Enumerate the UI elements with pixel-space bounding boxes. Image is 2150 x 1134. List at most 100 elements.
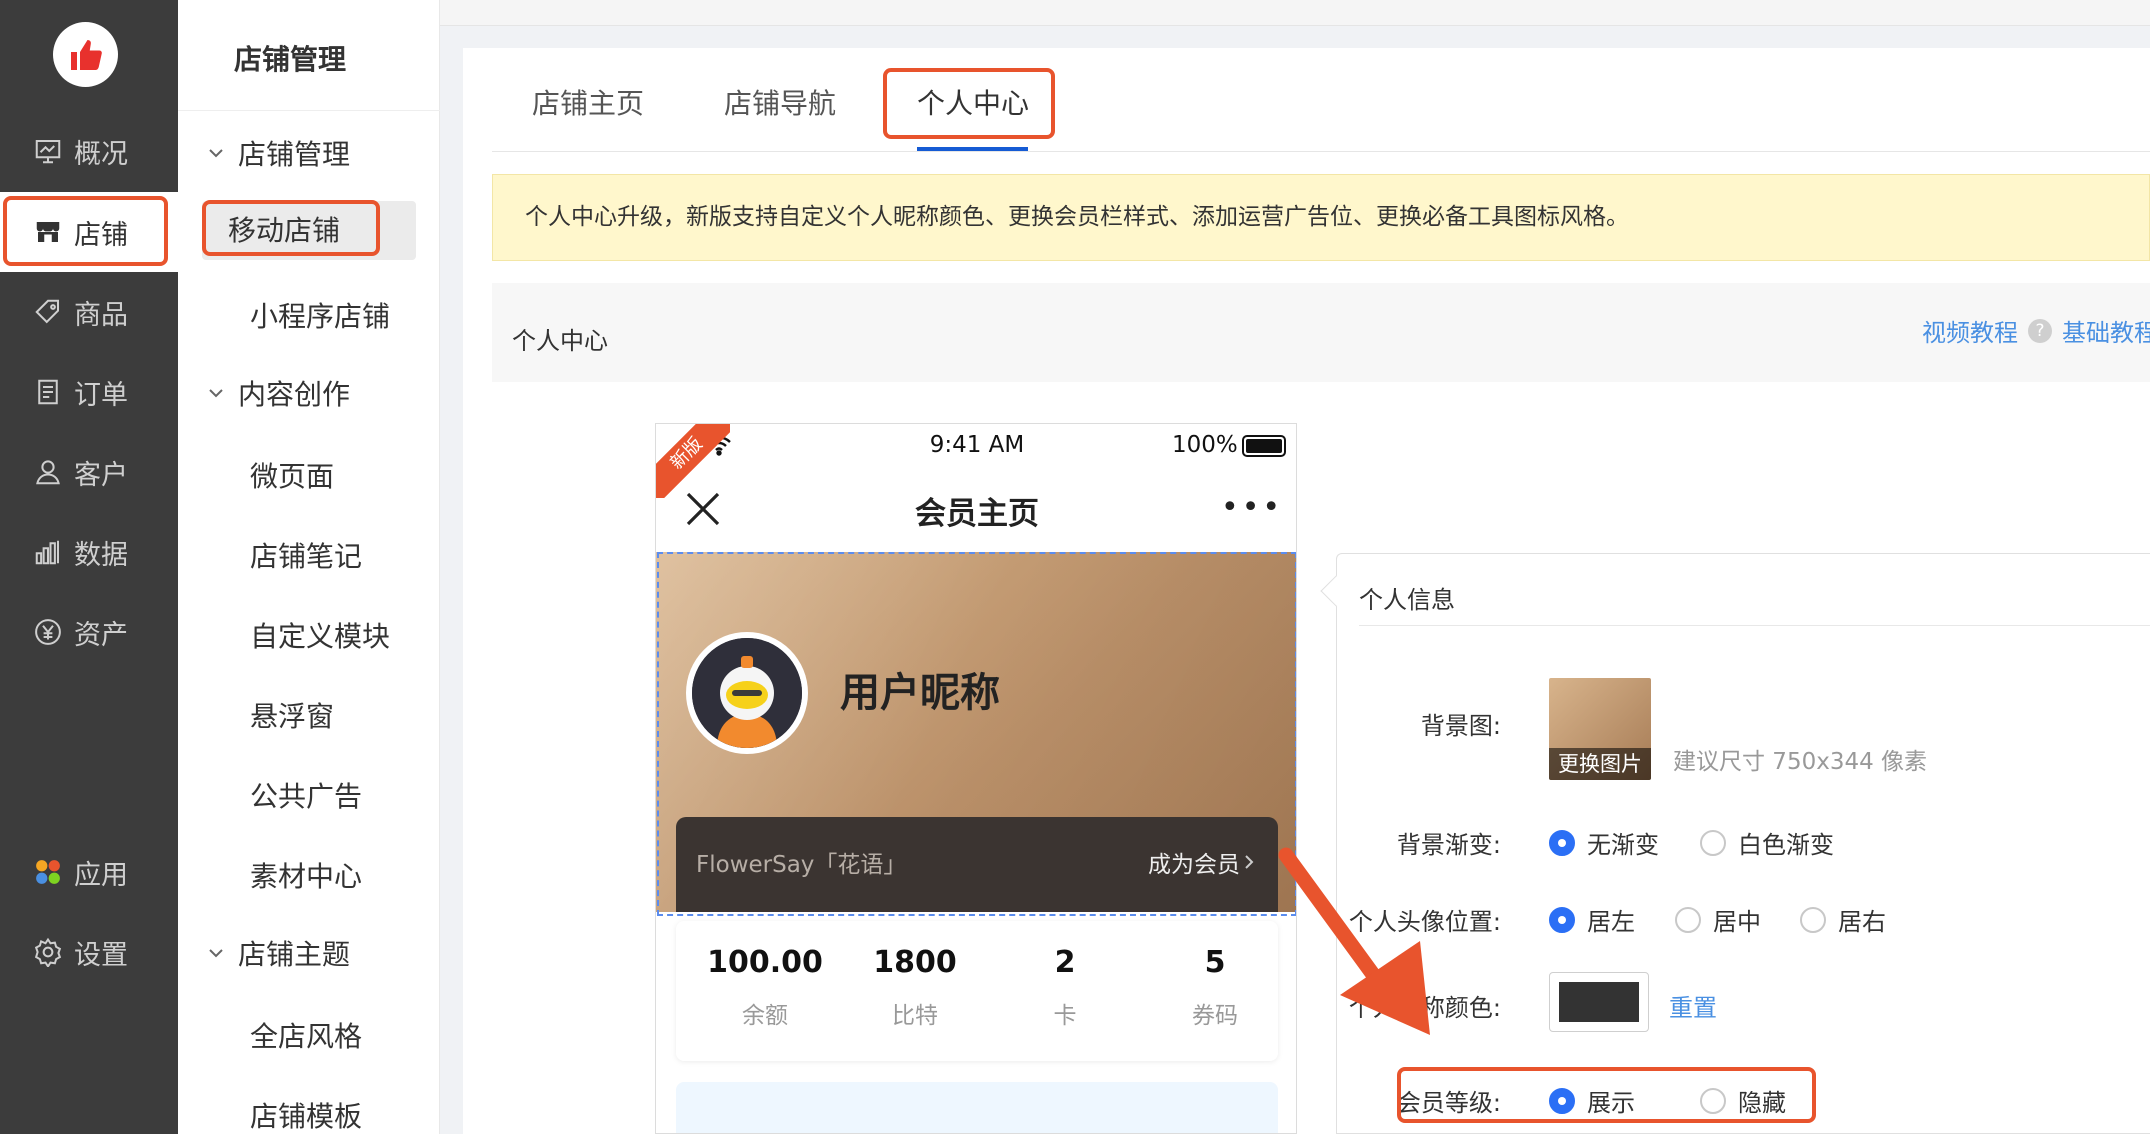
member-brand: FlowerSay「花语」: [696, 852, 907, 878]
nav-label: 客户: [74, 459, 128, 491]
tab-store-nav[interactable]: 店铺导航: [724, 82, 836, 122]
radio-label: 白色渐变: [1738, 831, 1834, 859]
subnav-item-store-template[interactable]: 店铺模板: [250, 1095, 362, 1134]
nav-orders[interactable]: 订单: [0, 352, 178, 432]
nav-label: 概况: [74, 138, 128, 170]
subnav-item-floating-window[interactable]: 悬浮窗: [250, 695, 334, 735]
thumbs-up-icon: [70, 39, 102, 70]
top-bar: [440, 0, 2150, 26]
stat-value: 1800: [873, 945, 957, 980]
nav-settings[interactable]: 设置: [0, 912, 178, 992]
stat-cards[interactable]: 2 卡: [990, 945, 1140, 1030]
subnav-item-material-center[interactable]: 素材中心: [250, 855, 362, 895]
bg-image-thumbnail[interactable]: 更换图片: [1549, 678, 1651, 780]
help-icon[interactable]: ?: [2028, 318, 2052, 343]
profile-hero[interactable]: 用户昵称 FlowerSay「花语」 成为会员: [656, 552, 1296, 912]
stat-value: 100.00: [707, 945, 823, 980]
nav-assets[interactable]: 资产: [0, 592, 178, 672]
avatar-position-label: 个人头像位置:: [1348, 908, 1501, 936]
radio-label: 隐藏: [1738, 1089, 1786, 1117]
chevron-right-icon: [1245, 855, 1254, 869]
nav-apps[interactable]: 应用: [0, 832, 178, 912]
radio-label: 居中: [1713, 908, 1761, 936]
subnav-group-theme[interactable]: 店铺主题: [206, 933, 350, 973]
gear-icon: [32, 936, 64, 968]
nav-label: 商品: [74, 299, 128, 331]
nav-products[interactable]: 商品: [0, 272, 178, 352]
chevron-down-icon: [209, 389, 223, 398]
phone-navbar: 会员主页 •••: [656, 468, 1296, 552]
user-icon: [32, 456, 64, 488]
stat-value: 5: [1204, 945, 1226, 980]
bg-label: 背景图:: [1420, 712, 1501, 740]
subnav-item-custom-module[interactable]: 自定义模块: [250, 615, 390, 655]
subnav-group-content[interactable]: 内容创作: [206, 373, 350, 413]
radio-no-gradient[interactable]: 无渐变: [1549, 825, 1659, 860]
nav-customers[interactable]: 客户: [0, 432, 178, 512]
account-stats: 100.00 余额 1800 比特 2 卡 5 券码: [676, 921, 1278, 1061]
stat-coupons[interactable]: 5 券码: [1140, 945, 1290, 1030]
panel-title: 个人信息: [1359, 586, 1455, 614]
gradient-label: 背景渐变:: [1396, 831, 1501, 859]
secondary-sidebar: 店铺管理 店铺管理 移动店铺 小程序店铺 内容创作 微页面 店铺笔记 自定义模块…: [178, 0, 440, 1134]
nav-overview[interactable]: 概况: [0, 111, 178, 191]
subnav-item-public-ads[interactable]: 公共广告: [250, 775, 362, 815]
nick-color-picker[interactable]: [1549, 972, 1649, 1032]
personal-info-panel: 个人信息 背景图: 更换图片 建议尺寸 750x344 像素 背景渐变: 无渐变…: [1320, 553, 2150, 1134]
overview-icon: [32, 135, 64, 167]
nav-label: 设置: [74, 939, 128, 971]
subnav-item-micropage[interactable]: 微页面: [250, 455, 334, 495]
subnav-group-store[interactable]: 店铺管理: [206, 133, 350, 173]
subnav-heading: 店铺管理: [234, 43, 347, 76]
stat-balance[interactable]: 100.00 余额: [690, 945, 840, 1030]
nav-store[interactable]: 店铺: [0, 192, 178, 272]
radio-avatar-left[interactable]: 居左: [1549, 902, 1635, 937]
nick-color-label: 个人昵称颜色:: [1348, 994, 1501, 1022]
ad-slot-placeholder: [676, 1082, 1278, 1133]
radio-avatar-center[interactable]: 居中: [1675, 902, 1761, 937]
basic-tutorial-link[interactable]: 基础教程: [2062, 313, 2150, 348]
become-member-label: 成为会员: [1148, 852, 1240, 878]
member-bar[interactable]: FlowerSay「花语」 成为会员: [676, 817, 1278, 912]
radio-dot: [1800, 906, 1826, 933]
tab-personal-center[interactable]: 个人中心: [917, 82, 1029, 122]
radio-level-hide[interactable]: 隐藏: [1700, 1083, 1786, 1118]
radio-label: 无渐变: [1587, 831, 1659, 859]
radio-white-gradient[interactable]: 白色渐变: [1700, 825, 1834, 860]
stat-value: 2: [1054, 945, 1076, 980]
radio-label: 居右: [1838, 908, 1886, 936]
radio-dot: [1700, 829, 1726, 856]
yuan-icon: [32, 616, 64, 648]
nav-label: 数据: [74, 539, 128, 571]
more-icon[interactable]: •••: [1221, 493, 1283, 523]
phone-preview: 9:41 AM 100% 新版 会员主页 ••• 用户昵称 FlowerSay「…: [655, 423, 1297, 1134]
become-member-link[interactable]: 成为会员: [1148, 845, 1258, 879]
radio-dot: [1549, 906, 1575, 933]
app-logo[interactable]: [53, 22, 118, 87]
tab-store-home[interactable]: 店铺主页: [532, 82, 644, 122]
subnav-item-miniprogram-store[interactable]: 小程序店铺: [250, 295, 390, 335]
subnav-item-store-notes[interactable]: 店铺笔记: [250, 535, 362, 575]
section-header: 个人中心 视频教程 ? 基础教程: [492, 283, 2150, 382]
row-member-level: 会员等级: 展示 隐藏: [1337, 1079, 2150, 1119]
subnav-item-mobile-store[interactable]: 移动店铺: [202, 201, 416, 260]
battery-percent: 100%: [1172, 432, 1238, 458]
phone-status-bar: 9:41 AM 100%: [656, 424, 1296, 468]
video-tutorial-link[interactable]: 视频教程: [1922, 313, 2018, 348]
panel-divider: [1359, 625, 2150, 626]
stat-label: 余额: [742, 1003, 788, 1029]
chart-icon: [32, 536, 64, 568]
tag-icon: [32, 296, 64, 328]
tutorial-links: 视频教程 ? 基础教程: [1922, 313, 2150, 348]
reset-color-link[interactable]: 重置: [1669, 988, 1717, 1023]
change-image-button[interactable]: 更换图片: [1549, 748, 1651, 780]
stat-bits[interactable]: 1800 比特: [840, 945, 990, 1030]
avatar: [686, 632, 808, 754]
radio-level-show[interactable]: 展示: [1549, 1083, 1635, 1118]
subnav-item-store-style[interactable]: 全店风格: [250, 1015, 362, 1055]
radio-avatar-right[interactable]: 居右: [1800, 902, 1886, 937]
radio-dot: [1675, 906, 1701, 933]
nav-data[interactable]: 数据: [0, 512, 178, 592]
upgrade-notice: 个人中心升级，新版支持自定义个人昵称颜色、更换会员栏样式、添加运营广告位、更换必…: [492, 174, 2150, 261]
chevron-down-icon: [209, 149, 223, 158]
